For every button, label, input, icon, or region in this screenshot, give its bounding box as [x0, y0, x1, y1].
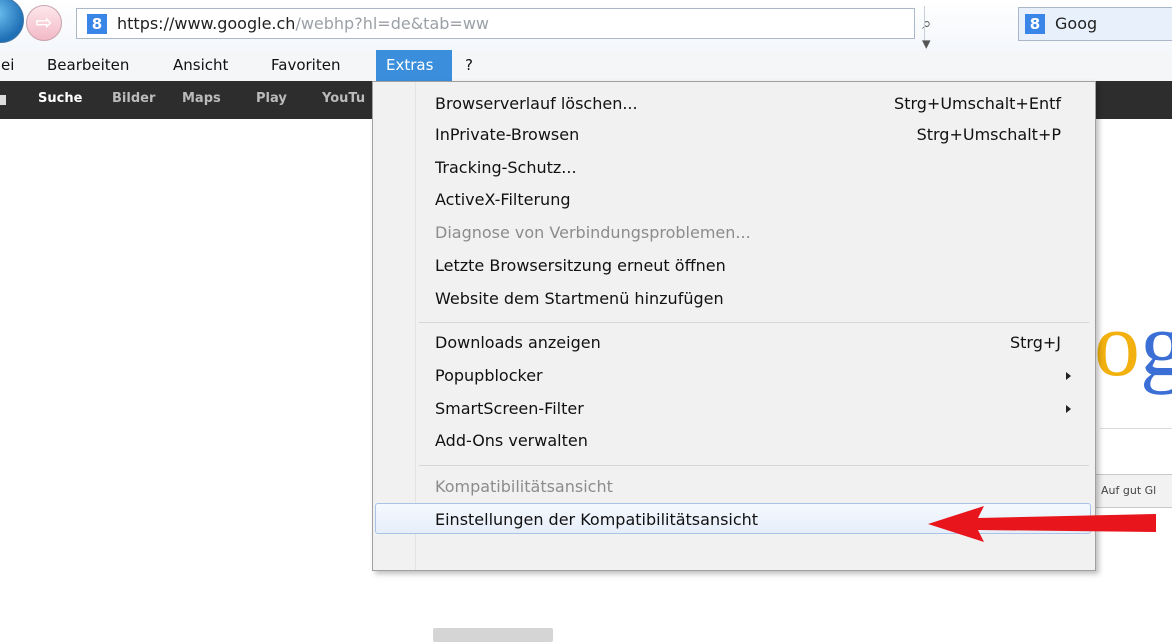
annotation-arrow-shape [928, 506, 1156, 542]
menu-item-show-downloads[interactable]: Downloads anzeigen Strg+J [375, 327, 1091, 358]
forward-button[interactable]: ⇨ [26, 5, 62, 41]
menu-item-diagnose-connection: Diagnose von Verbindungsproblemen... [435, 223, 751, 242]
submenu-arrow-icon [1066, 405, 1071, 413]
menu-item-manage-addons[interactable]: Add-Ons verwalten [375, 425, 1091, 456]
menu-favoriten[interactable]: Favoriten [264, 50, 347, 81]
gbar-link-play[interactable]: Play [256, 91, 287, 106]
gbar-link-youtube[interactable]: YouTu [322, 91, 365, 106]
menu-separator [419, 465, 1089, 466]
menu-datei[interactable]: ei [0, 50, 21, 81]
tab-favicon-icon: 8 [1025, 14, 1045, 34]
menu-bearbeiten[interactable]: Bearbeiten [40, 50, 136, 81]
gbar-link-bilder[interactable]: Bilder [112, 91, 155, 106]
menu-separator [419, 322, 1089, 323]
menu-ansicht[interactable]: Ansicht [166, 50, 235, 81]
menu-item-clear-history[interactable]: Browserverlauf löschen... Strg+Umschalt+… [375, 88, 1091, 119]
annotation-arrow-icon [928, 506, 1156, 542]
submenu-arrow-icon [1066, 372, 1071, 380]
back-button[interactable] [0, 0, 24, 43]
menu-item-add-to-start-menu[interactable]: Website dem Startmenü hinzufügen [375, 283, 1091, 314]
menu-item-inprivate[interactable]: InPrivate-Browsen Strg+Umschalt+P [375, 119, 1091, 150]
tab-separator [924, 6, 925, 40]
menu-bar: ei Bearbeiten Ansicht Favoriten Extras ? [0, 50, 1172, 82]
shortcut-inprivate: Strg+Umschalt+P [916, 125, 1061, 144]
shortcut-downloads: Strg+J [1009, 333, 1061, 352]
tab-title: Goog [1055, 14, 1098, 33]
gbar-marker [0, 95, 6, 105]
gbar-link-suche[interactable]: Suche [38, 91, 82, 106]
menu-item-reopen-session[interactable]: Letzte Browsersitzung erneut öffnen [375, 250, 1091, 281]
menu-item-smartscreen-filter[interactable]: SmartScreen-Filter [375, 393, 1091, 424]
gbar-link-maps[interactable]: Maps [182, 91, 221, 106]
menu-item-cut-off [433, 628, 553, 642]
extras-dropdown-menu: Browserverlauf löschen... Strg+Umschalt+… [372, 81, 1096, 642]
search-box-edge[interactable] [1100, 428, 1172, 429]
menu-item-popup-blocker[interactable]: Popupblocker [375, 360, 1091, 391]
address-input[interactable]: 8 https://www.google.ch/webhp?hl=de&tab=… [76, 8, 943, 114]
menu-item-activex-filtering[interactable]: ActiveX-Filterung [375, 184, 1091, 215]
browser-tab[interactable]: 8 Goog [1018, 7, 1172, 41]
forward-arrow-icon: ⇨ [35, 10, 53, 34]
google-favicon-icon: 8 [87, 14, 107, 34]
menu-extras[interactable]: Extras [376, 50, 452, 81]
menu-item-tracking-protection[interactable]: Tracking-Schutz... [375, 152, 1091, 183]
address-bar-row: ⇨ 8 https://www.google.ch/webhp?hl=de&ta… [0, 0, 1172, 114]
google-logo-fragment: og [1094, 293, 1172, 395]
menu-item-compatibility-view: Kompatibilitätsansicht [435, 477, 613, 496]
shortcut-clear-history: Strg+Umschalt+Entf [894, 94, 1061, 113]
url-text: https://www.google.ch/webhp?hl=de&tab=ww [117, 14, 489, 33]
menu-help[interactable]: ? [458, 50, 480, 81]
